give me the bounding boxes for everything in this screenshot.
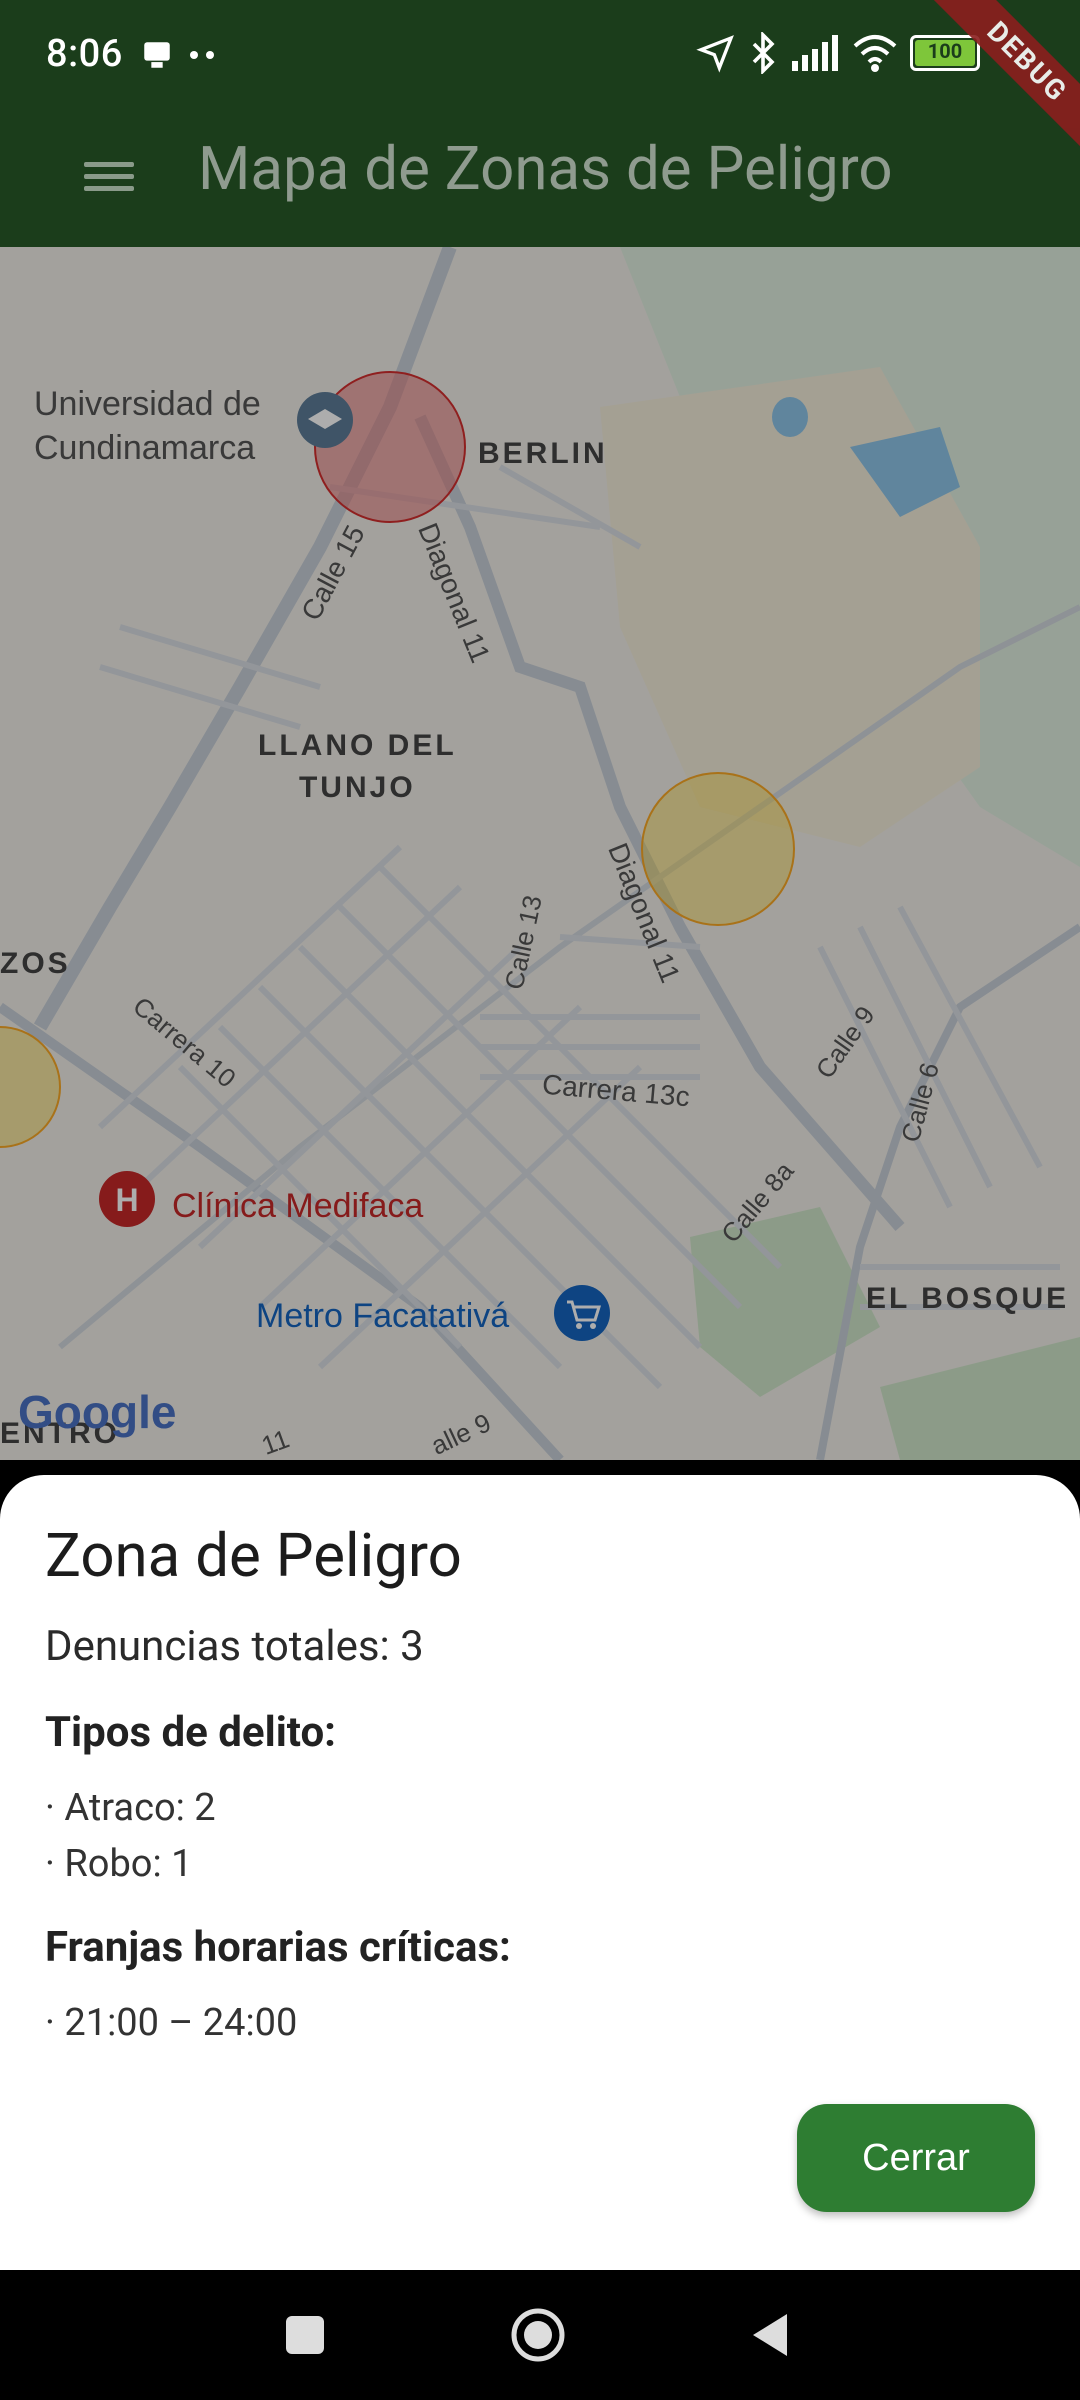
critical-hours-heading: Franjas horarias críticas: [45,1923,511,1972]
status-time: 8:06 [46,32,123,76]
more-dots-icon [190,51,214,59]
hamburger-menu-icon[interactable] [84,155,134,205]
wifi-icon [853,35,897,72]
status-bar: 8:06 100 [0,0,1080,115]
bluetooth-icon [752,32,775,74]
recents-button[interactable] [280,2310,330,2360]
status-right-icons: 100 [696,32,980,74]
sheet-title: Zona de Peligro [45,1520,462,1591]
circle-icon [511,2308,565,2362]
battery-icon: 100 [910,35,980,71]
status-left-icons [140,38,218,72]
modal-scrim[interactable] [0,247,1080,1460]
triangle-back-icon [753,2314,787,2356]
crime-types-heading: Tipos de delito: [45,1708,337,1757]
location-arrow-icon [696,35,734,73]
battery-level: 100 [927,39,963,63]
critical-hour-item: · 21:00 – 24:00 [45,2001,298,2045]
home-button[interactable] [508,2305,568,2365]
critical-hours-list: · 21:00 – 24:00 [45,1995,297,2051]
signal-icon [792,35,838,71]
page-title: Mapa de Zonas de Peligro [198,133,893,204]
system-nav-bar [0,2270,1080,2400]
crime-types-list: · Atraco: 2 · Robo: 1 [45,1780,216,1892]
app-bar: Mapa de Zonas de Peligro [0,115,1080,247]
danger-zone-sheet: Zona de Peligro Denuncias totales: 3 Tip… [0,1475,1080,2270]
notification-icon [144,42,170,68]
map-view[interactable]: H Universidad de Cundinamarca BERLIN Cal… [0,247,1080,1460]
total-reports: Denuncias totales: 3 [45,1622,424,1671]
back-button[interactable] [745,2310,795,2360]
crime-type-item: · Robo: 1 [45,1842,193,1886]
close-button[interactable]: Cerrar [797,2104,1035,2212]
square-icon [286,2316,324,2354]
crime-type-item: · Atraco: 2 [45,1786,216,1830]
